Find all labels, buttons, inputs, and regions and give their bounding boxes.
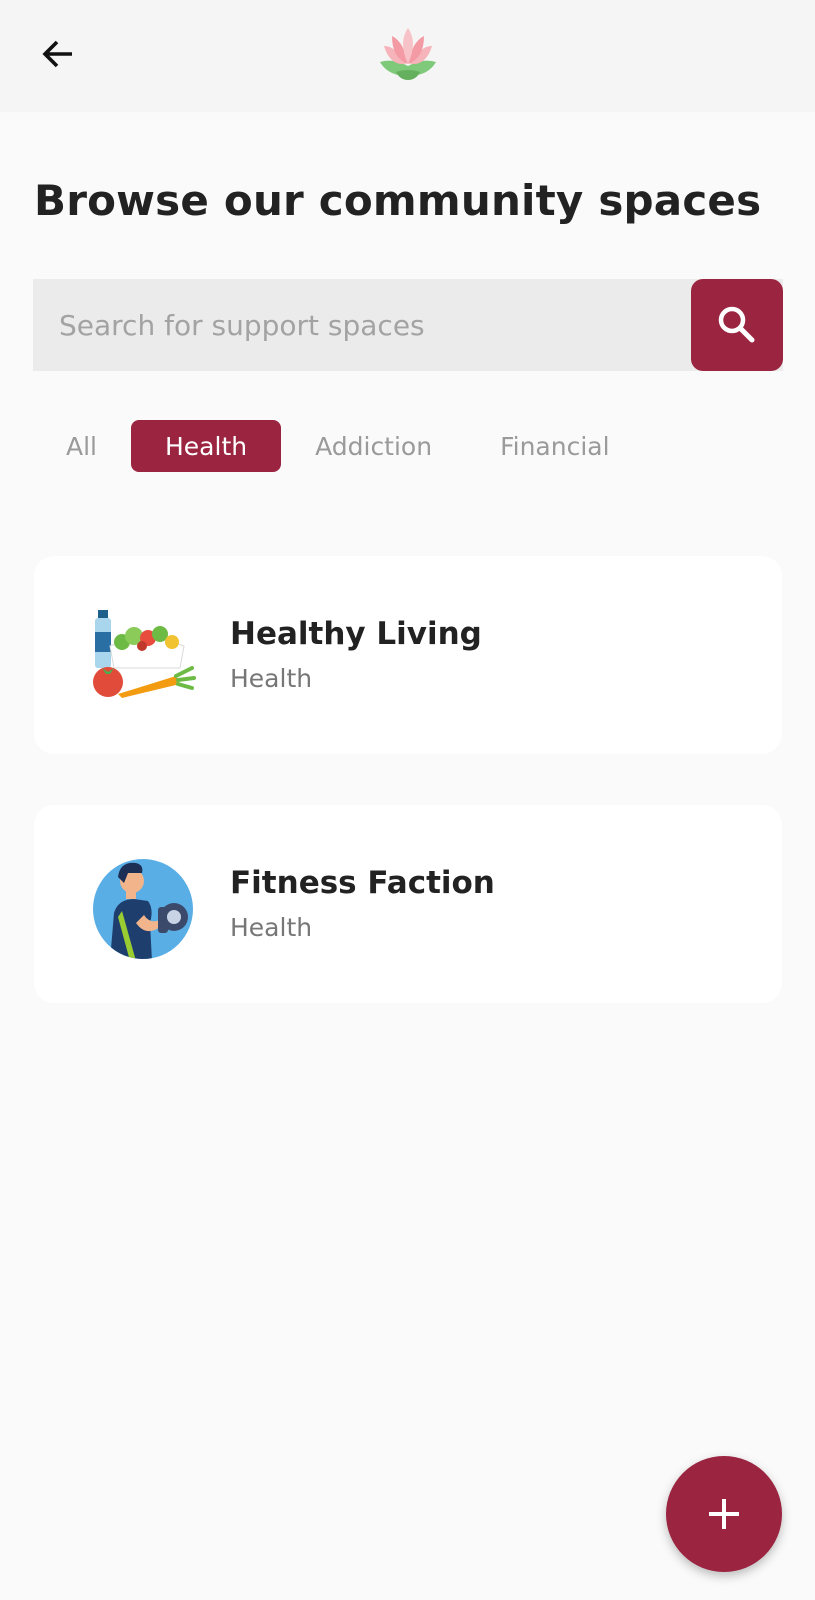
app-bar [0,0,815,112]
filter-chip-addiction[interactable]: Addiction [281,420,466,472]
add-space-button[interactable] [666,1456,782,1572]
healthy-food-icon [93,610,196,698]
filter-chip-health[interactable]: Health [131,420,282,472]
filter-chip-all[interactable]: All [32,420,131,472]
search-button[interactable] [691,279,783,371]
arrow-left-icon [42,40,72,68]
space-category: Health [230,913,313,942]
plus-icon [709,1499,739,1529]
space-card-fitness-faction[interactable]: Fitness Faction Health [34,805,782,1003]
space-category: Health [230,664,313,693]
lotus-icon [380,28,436,80]
space-title: Fitness Faction [230,865,495,901]
space-card-healthy-living[interactable]: Healthy Living Health [34,556,782,754]
space-title: Healthy Living [230,616,482,652]
back-button[interactable] [30,26,86,82]
page-title: Browse our community spaces [34,176,762,225]
fitness-dumbbell-icon [93,859,193,959]
search-input[interactable] [33,279,683,371]
category-filter: All Health Addiction Financial [32,420,644,472]
filter-chip-financial[interactable]: Financial [466,420,643,472]
search-bar [33,279,783,371]
search-icon [718,306,755,343]
